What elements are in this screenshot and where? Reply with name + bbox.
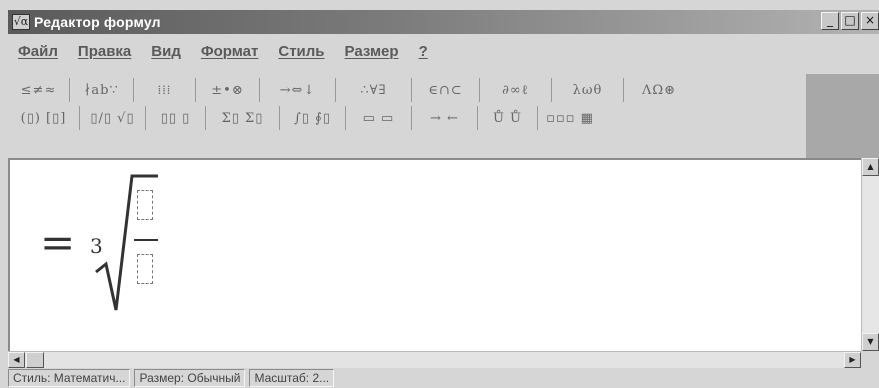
arrows-palette-button[interactable]: →⇔↓	[260, 78, 336, 102]
horizontal-scroll-thumb[interactable]	[26, 352, 44, 368]
status-bar: Стиль: Математич... Размер: Обычный Масш…	[8, 368, 879, 388]
denominator-placeholder[interactable]	[137, 254, 153, 284]
menu-view[interactable]: Вид	[151, 43, 181, 60]
formula-app-icon: √α	[12, 14, 30, 30]
window-title: Редактор формул	[34, 14, 161, 30]
formula: = 3	[10, 160, 861, 351]
formula-edit-area[interactable]: = 3	[8, 158, 861, 351]
close-button[interactable]: ×	[861, 12, 879, 30]
menu-file[interactable]: Файл	[18, 43, 58, 60]
greek-uppercase-palette-button[interactable]: ΛΩ⊛	[624, 78, 694, 102]
status-size: Размер: Обычный	[134, 369, 246, 387]
horizontal-scrollbar[interactable]: ◀ ▶	[8, 351, 861, 368]
menu-style[interactable]: Стиль	[278, 43, 324, 60]
status-zoom: Масштаб: 2...	[249, 369, 335, 387]
misc-symbols-palette-button[interactable]: ∂∞ℓ	[480, 78, 552, 102]
labeled-arrows-template-button[interactable]: → ←	[412, 106, 478, 130]
products-template-button[interactable]: Ů Ů	[478, 106, 538, 130]
relations-palette-button[interactable]: ≤≠≈	[8, 78, 70, 102]
menu-format[interactable]: Формат	[201, 43, 259, 60]
fraction-radical-template-button[interactable]: ▯/▯ √▯	[80, 106, 146, 130]
sets-palette-button[interactable]: ∈∩⊂	[412, 78, 480, 102]
integral-template-button[interactable]: ∫▯ ∮▯	[280, 106, 346, 130]
operators-palette-button[interactable]: ±•⊗	[196, 78, 260, 102]
vertical-scrollbar[interactable]: ▲ ▼	[861, 158, 879, 351]
numerator-placeholder[interactable]	[137, 190, 153, 220]
scroll-down-arrow-icon[interactable]: ▼	[862, 333, 879, 351]
radical-sign	[95, 174, 158, 311]
maximize-button[interactable]: □	[841, 12, 859, 30]
toolbar-empty-area	[806, 74, 879, 158]
template-palette-toolbar: (▯) [▯] ▯/▯ √▯ ▯▯ ▯ Σ▯ Σ▯ ∫▯ ∮▯ ▭ ▭ → ← …	[8, 104, 602, 132]
menu-bar: Файл Правка Вид Формат Стиль Размер ?	[8, 40, 879, 62]
scroll-left-arrow-icon[interactable]: ◀	[8, 352, 25, 368]
brackets-template-button[interactable]: (▯) [▯]	[8, 106, 80, 130]
matrix-template-button[interactable]: ▫▫▫ ▦	[538, 106, 602, 130]
window-controls: _ □ ×	[821, 12, 879, 30]
symbol-palette-toolbar: ≤≠≈ ∤ab∵ ⁞⁞⁞ ±•⊗ →⇔↓ ∴∀∃ ∈∩⊂ ∂∞ℓ λωθ ΛΩ⊛	[8, 76, 694, 104]
menu-edit[interactable]: Правка	[78, 43, 131, 60]
menu-help[interactable]: ?	[419, 43, 428, 60]
minimize-button[interactable]: _	[821, 12, 839, 30]
subscript-template-button[interactable]: ▯▯ ▯	[146, 106, 206, 130]
menu-size[interactable]: Размер	[345, 43, 399, 60]
greek-lowercase-palette-button[interactable]: λωθ	[552, 78, 624, 102]
summation-template-button[interactable]: Σ▯ Σ▯	[206, 106, 280, 130]
logic-palette-button[interactable]: ∴∀∃	[336, 78, 412, 102]
status-style: Стиль: Математич...	[8, 369, 131, 387]
scroll-up-arrow-icon[interactable]: ▲	[862, 158, 879, 176]
spaces-palette-button[interactable]: ∤ab∵	[70, 78, 134, 102]
formula-editor-window: √α Редактор формул _ □ × Файл Правка Вид…	[0, 0, 879, 388]
bars-template-button[interactable]: ▭ ▭	[346, 106, 412, 130]
scroll-right-arrow-icon[interactable]: ▶	[844, 352, 861, 368]
title-bar[interactable]: √α Редактор формул _ □ ×	[8, 10, 879, 34]
embellishments-palette-button[interactable]: ⁞⁞⁞	[134, 78, 196, 102]
